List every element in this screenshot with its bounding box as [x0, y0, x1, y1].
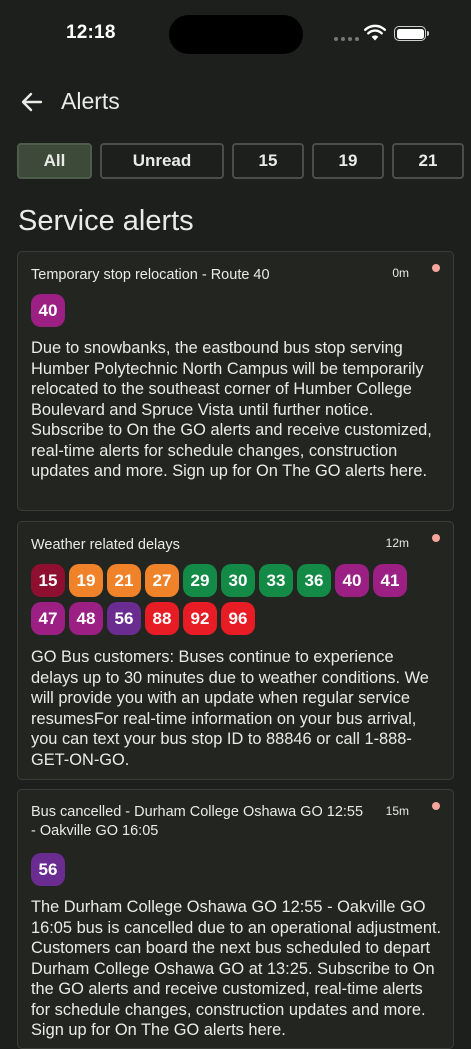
status-bar: 12:18 — [0, 0, 471, 60]
alert-time: 12m — [385, 536, 409, 550]
alert-time: 0m — [392, 266, 409, 280]
route-badge: 41 — [373, 564, 407, 597]
filter-chip-15[interactable]: 15 — [232, 143, 304, 179]
filter-chip-19[interactable]: 19 — [312, 143, 384, 179]
alert-body: GO Bus customers: Buses continue to expe… — [31, 648, 429, 769]
route-badge: 92 — [183, 602, 217, 635]
unread-dot — [432, 534, 440, 542]
route-badge: 36 — [297, 564, 331, 597]
section-title: Service alerts — [18, 205, 194, 237]
alert-card[interactable]: Weather related delays 12m 15 19 21 27 2… — [17, 521, 454, 780]
cellular-signal-icon — [334, 37, 359, 41]
route-badge: 15 — [31, 564, 65, 597]
route-badge: 33 — [259, 564, 293, 597]
page-title: Alerts — [61, 88, 120, 114]
battery-icon — [394, 26, 429, 41]
filter-chip-21[interactable]: 21 — [392, 143, 464, 179]
back-arrow-icon[interactable] — [18, 88, 46, 116]
route-badge: 27 — [145, 564, 179, 597]
route-badge: 30 — [221, 564, 255, 597]
alert-title: Weather related delays — [31, 537, 180, 553]
filter-chip-all[interactable]: All — [17, 143, 92, 179]
unread-dot — [432, 802, 440, 810]
status-time: 12:18 — [66, 22, 116, 43]
route-badge: 56 — [107, 602, 141, 635]
alert-title: Bus cancelled - Durham College Oshawa GO… — [31, 804, 364, 839]
route-badges: 15 19 21 27 29 30 33 36 40 41 47 48 56 8… — [31, 564, 431, 635]
app-header: Alerts — [0, 80, 471, 124]
alert-body: The Durham College Oshawa GO 12:55 - Oak… — [31, 898, 442, 1039]
alert-time: 15m — [385, 804, 409, 818]
filter-bar: All Unread 15 19 21 — [17, 143, 471, 179]
route-badges: 56 — [31, 853, 431, 886]
route-badge: 29 — [183, 564, 217, 597]
route-badge: 56 — [31, 853, 65, 886]
route-badge: 21 — [107, 564, 141, 597]
route-badge: 48 — [69, 602, 103, 635]
dynamic-island — [169, 15, 303, 54]
unread-dot — [432, 264, 440, 272]
alert-card[interactable]: Temporary stop relocation - Route 40 0m … — [17, 251, 454, 511]
route-badge: 40 — [335, 564, 369, 597]
filter-chip-unread[interactable]: Unread — [100, 143, 224, 179]
route-badge: 47 — [31, 602, 65, 635]
alert-body: Due to snowbanks, the eastbound bus stop… — [31, 339, 432, 480]
alert-card[interactable]: Bus cancelled - Durham College Oshawa GO… — [17, 789, 454, 1049]
route-badge: 19 — [69, 564, 103, 597]
route-badges: 40 — [31, 294, 431, 327]
route-badge: 40 — [31, 294, 65, 327]
route-badge: 88 — [145, 602, 179, 635]
wifi-icon — [364, 24, 386, 41]
route-badge: 96 — [221, 602, 255, 635]
alert-title: Temporary stop relocation - Route 40 — [31, 267, 270, 283]
